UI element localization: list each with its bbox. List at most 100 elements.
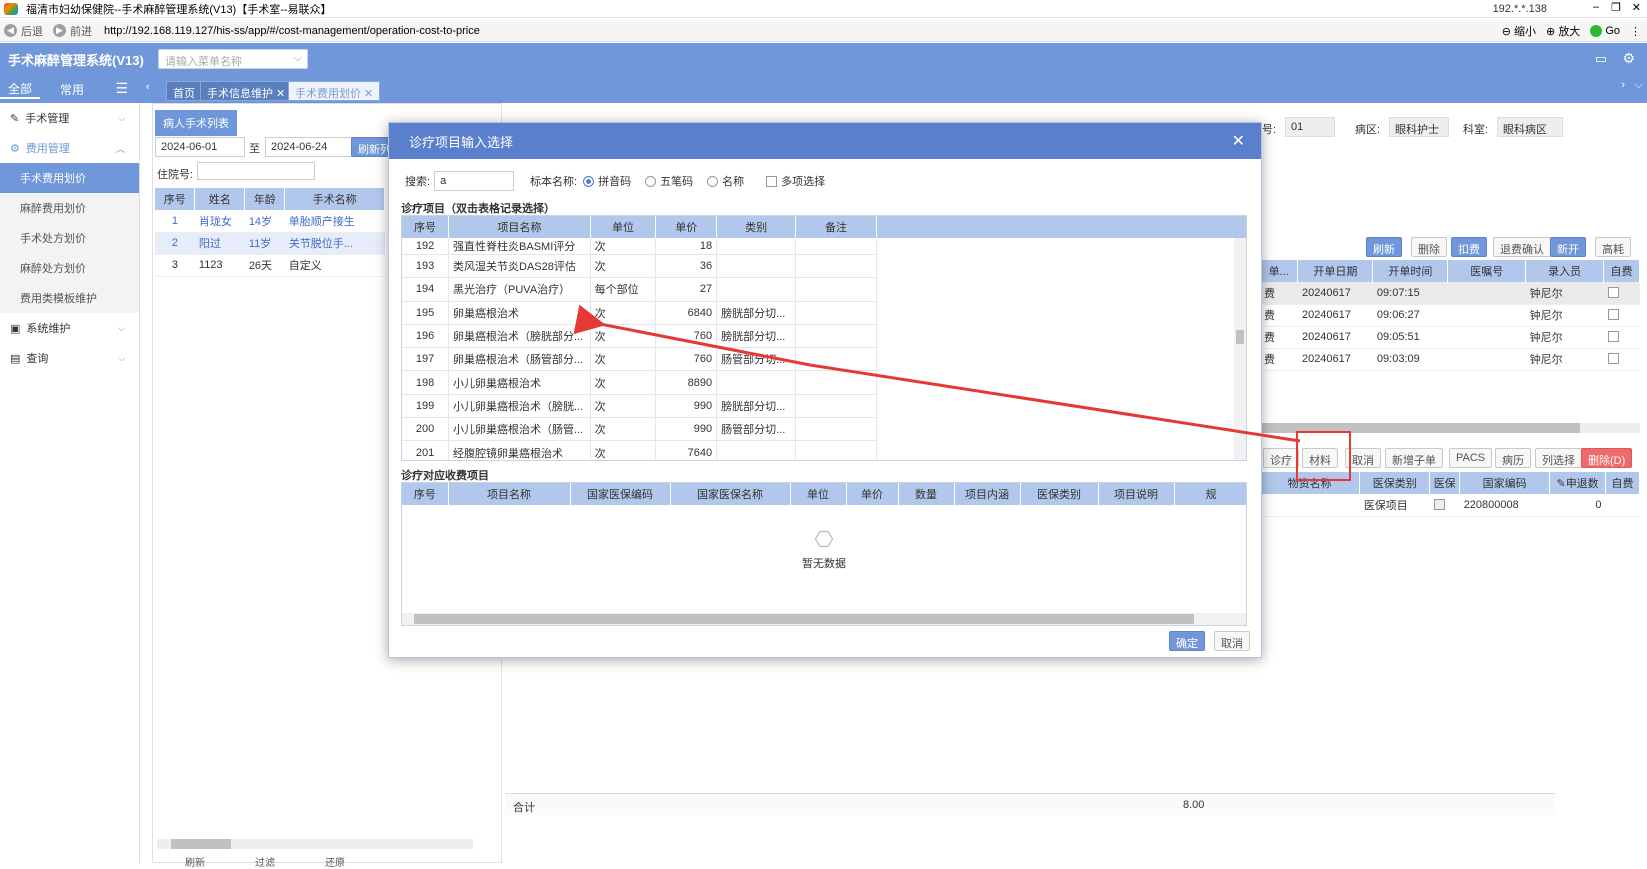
- more-icon[interactable]: ⋮: [1630, 25, 1641, 38]
- table-row[interactable]: 2 阳过 11岁 关节脱位手...: [155, 232, 385, 255]
- window-title-bar: 福清市妇幼保健院--手术麻醉管理系统(V13)【手术室--易联众】 192.*.…: [0, 0, 1647, 18]
- back-button[interactable]: ◀ 后退: [4, 23, 43, 39]
- address-bar[interactable]: http://192.168.119.127/his-ss/app/#/cost…: [104, 25, 480, 37]
- sidebar-item-surgery-fee[interactable]: 手术费用划价: [0, 163, 139, 193]
- treatment-button[interactable]: 诊疗: [1263, 448, 1299, 468]
- minimize-button[interactable]: –: [1593, 1, 1599, 13]
- tab-common[interactable]: 常用: [52, 81, 92, 98]
- table-row[interactable]: 1 肖珑女 14岁 单胎顺产接生: [155, 210, 385, 233]
- pacs-button[interactable]: PACS: [1449, 448, 1493, 468]
- self-pay-checkbox[interactable]: [1607, 353, 1619, 364]
- doc-icon: ▤: [10, 352, 21, 365]
- column-select-button[interactable]: 列选择: [1535, 448, 1582, 468]
- restore-button[interactable]: ❐: [1611, 1, 1621, 14]
- treatment-grid: 序号 项目名称 单位 单价 类别 备注 192 强直性脊柱炎BASMI评分次 18 …: [401, 215, 1247, 461]
- table-row[interactable]: 费 20240617 09:03:09 钟尼尔: [1260, 348, 1640, 371]
- window-icon[interactable]: ▭: [1595, 51, 1607, 67]
- sidebar-item-fee-mgmt[interactable]: ⚙ 费用管理 ︿: [0, 133, 139, 163]
- browser-navbar: ◀ 后退 ▶ 前进 http://192.168.119.127/his-ss/ap…: [0, 20, 1647, 42]
- zoom-out-button[interactable]: ⊖ 缩小: [1502, 23, 1536, 39]
- charge-button[interactable]: 扣费: [1451, 237, 1487, 257]
- self-pay-checkbox[interactable]: [1607, 331, 1619, 342]
- radio-pinyin[interactable]: 拼音码: [583, 173, 631, 189]
- go-button[interactable]: Go: [1590, 25, 1620, 38]
- server-ip: 192.*.*.138: [1492, 3, 1547, 15]
- chevron-left-icon[interactable]: ‹: [146, 81, 150, 93]
- table-row[interactable]: 194 黑光治疗（PUVA治疗） 每个部位 27: [402, 277, 877, 302]
- close-icon[interactable]: ✕: [1232, 131, 1245, 151]
- cancel-button[interactable]: 取消: [1214, 631, 1250, 651]
- high-cost-button[interactable]: 高耗: [1595, 237, 1631, 257]
- section-treatment-items: 诊疗项目（双击表格记录选择）: [401, 203, 555, 215]
- tabs-bar: 全部 常用 ☰ ‹ 首页 手术信息维护 ✕ 手术费用划价 ✕ › ⌵: [0, 75, 1647, 103]
- confirm-button[interactable]: 确定: [1169, 631, 1205, 651]
- tab-all[interactable]: 全部: [0, 80, 41, 99]
- table-row[interactable]: 201 经腹腔镜卵巢癌根治术次 7640: [402, 440, 877, 460]
- table-row[interactable]: 200 小儿卵巢癌根治术（肠管... 次 990 肠管部分切...: [402, 417, 877, 442]
- delete-d-button[interactable]: 删除(D): [1581, 448, 1633, 468]
- close-window-button[interactable]: ✕: [1632, 1, 1641, 14]
- multi-select-checkbox[interactable]: 多项选择: [766, 173, 825, 189]
- menu-icon[interactable]: ☰: [115, 80, 128, 97]
- table-row[interactable]: 198 小儿卵巢癌根治术次 8890: [402, 370, 877, 395]
- table-row[interactable]: 3 1123 26天 自定义: [155, 254, 385, 277]
- refund-confirm-button[interactable]: 退费确认: [1493, 237, 1551, 257]
- window-title: 福清市妇幼保健院--手术麻醉管理系统(V13)【手术室--易联众】: [26, 3, 332, 16]
- sidebar: ✎ 手术管理 ⌵ ⚙ 费用管理 ︿ 手术费用划价 麻醉费用划价 手术处方划价 麻醉处方划…: [0, 103, 140, 863]
- tabs-dropdown-icon[interactable]: ⌵: [1635, 79, 1643, 92]
- checkbox-icon: [766, 176, 778, 187]
- table-row[interactable]: 196 卵巢癌根治术（膀胱部分... 次 760 膀胱部分切...: [402, 324, 877, 349]
- new-order-button[interactable]: 新开: [1550, 237, 1586, 257]
- sidebar-item-surgery-rx[interactable]: 手术处方划价: [0, 223, 139, 253]
- sidebar-item-anesthesia-rx[interactable]: 麻醉处方划价: [0, 253, 139, 283]
- sidebar-item-sys-maint[interactable]: ▣ 系统维护 ⌵: [0, 313, 139, 343]
- add-sub-order-button[interactable]: 新增子单: [1385, 448, 1443, 468]
- date-to-input[interactable]: 2024-06-24: [265, 137, 355, 157]
- panel-hscroll[interactable]: [157, 839, 473, 849]
- table-row[interactable]: 费 20240617 09:07:15 钟尼尔: [1260, 282, 1640, 305]
- sidebar-item-query[interactable]: ▤ 查询 ⌵: [0, 343, 139, 373]
- search-label: 搜索:: [405, 176, 431, 188]
- radio-name[interactable]: 名称: [707, 173, 744, 189]
- search-input[interactable]: a: [434, 171, 515, 191]
- table-row[interactable]: 费 20240617 09:06:27 钟尼尔: [1260, 304, 1640, 327]
- back-arrow-icon: ◀: [4, 24, 17, 37]
- table-row[interactable]: 199 小儿卵巢癌根治术（膀胱... 次 990 膀胱部分切...: [402, 394, 877, 419]
- zoom-out-icon: ⊖: [1501, 26, 1511, 38]
- delete-button[interactable]: 删除: [1411, 237, 1447, 257]
- charge-grid-hscroll[interactable]: [402, 613, 1246, 625]
- table-row[interactable]: 医保项目 220800008 0: [1260, 494, 1640, 517]
- forward-arrow-icon: ▶: [53, 24, 66, 37]
- forward-button[interactable]: ▶ 前进: [53, 23, 92, 39]
- gear-small-icon: ⚙: [10, 142, 20, 155]
- radio-wubi[interactable]: 五笔码: [645, 173, 693, 189]
- tab-home[interactable]: 首页: [166, 81, 202, 101]
- sidebar-item-fee-template[interactable]: 费用类模板维护: [0, 283, 139, 313]
- charge-items-grid: 序号 项目名称 国家医保编码 国家医保名称 单位 单价 数量 项目内涵 医保类别…: [401, 482, 1247, 626]
- table-row[interactable]: 192 强直性脊柱炎BASMI评分次 18: [402, 238, 877, 255]
- refresh-button[interactable]: 刷新: [1366, 237, 1402, 257]
- table-row[interactable]: 195 卵巢癌根治术次 6840 膀胱部分切...: [402, 301, 877, 325]
- chevron-right-icon[interactable]: ›: [1621, 79, 1625, 91]
- treatment-grid-vscroll[interactable]: [1234, 238, 1246, 460]
- table-row[interactable]: 197 卵巢癌根治术（肠管部分... 次 760 肠管部分切...: [402, 347, 877, 372]
- self-pay-checkbox[interactable]: [1607, 286, 1619, 298]
- tab-surgery-fee[interactable]: 手术费用划价 ✕: [288, 81, 381, 101]
- dialog-title: 诊疗项目输入选择: [409, 134, 514, 150]
- ward-field: 眼科护士站: [1389, 117, 1449, 137]
- self-pay-checkbox[interactable]: [1607, 309, 1619, 320]
- sidebar-item-surgery-mgmt[interactable]: ✎ 手术管理 ⌵: [0, 103, 139, 133]
- medical-record-button[interactable]: 病历: [1495, 448, 1531, 468]
- inpatient-input[interactable]: [197, 162, 315, 180]
- table-row[interactable]: 费 20240617 09:05:51 钟尼尔: [1260, 326, 1640, 349]
- sidebar-item-anesthesia-fee[interactable]: 麻醉费用划价: [0, 193, 139, 223]
- gear-icon[interactable]: ⚙: [1622, 50, 1635, 67]
- date-from-input[interactable]: 2024-06-01: [155, 137, 245, 157]
- date-sep: 至: [249, 143, 260, 155]
- dept-field: 眼科病区: [1497, 117, 1563, 137]
- insurance-checkbox[interactable]: [1433, 498, 1445, 510]
- menu-search-input[interactable]: 请输入菜单名称 ⌵: [158, 49, 308, 69]
- table-row[interactable]: 193 类风湿关节炎DAS28评估次 36: [402, 254, 877, 279]
- tab-surgery-info[interactable]: 手术信息维护 ✕: [200, 81, 293, 101]
- zoom-in-button[interactable]: ⊕ 放大: [1546, 23, 1580, 39]
